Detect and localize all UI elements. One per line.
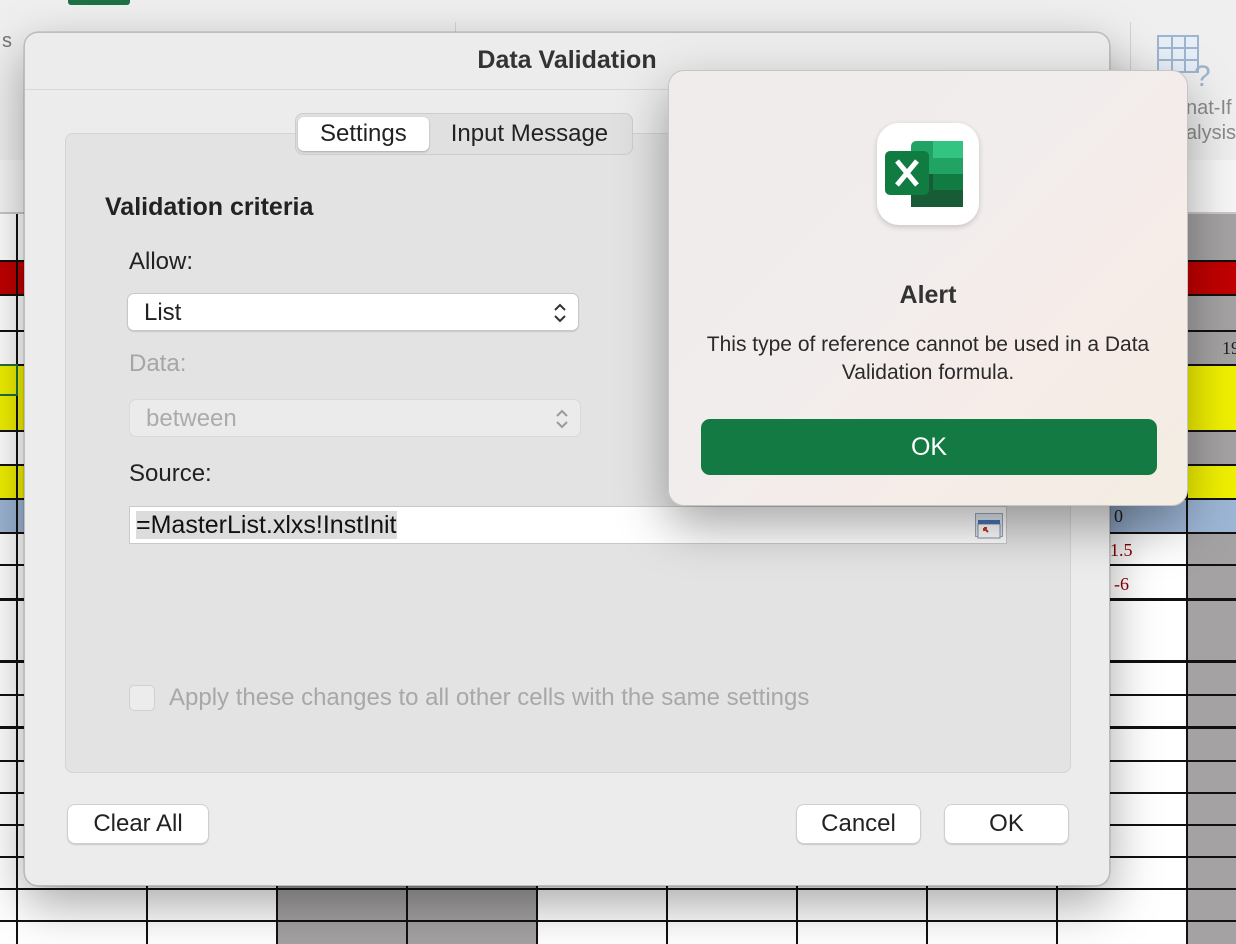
svg-text:?: ?: [1194, 60, 1211, 90]
source-input-selected-text: =MasterList.xlxs!InstInit: [136, 511, 397, 539]
collapse-range-button[interactable]: [975, 513, 1003, 539]
ribbon-active-tab-indicator: [68, 0, 130, 5]
tab-settings[interactable]: Settings: [298, 117, 429, 151]
what-if-analysis-label[interactable]: nat-If alysis: [1186, 96, 1236, 146]
grid-line: [0, 888, 1236, 890]
allow-select-value: List: [144, 299, 182, 326]
cell-value: 0: [1114, 506, 1123, 526]
source-label: Source:: [129, 460, 212, 487]
alert-ok-button[interactable]: OK: [701, 419, 1157, 475]
grey-column: [278, 884, 408, 944]
alert-dialog: Alert This type of reference cannot be u…: [668, 70, 1188, 506]
tab-bar: Settings Input Message: [295, 113, 634, 155]
source-input[interactable]: =MasterList.xlxs!InstInit: [129, 506, 1007, 544]
range-select-icon: [977, 520, 1001, 539]
what-if-label-line-2: alysis: [1186, 122, 1236, 144]
allow-select[interactable]: List: [127, 293, 579, 331]
cell-value: -6: [1114, 574, 1129, 594]
grey-column: [408, 884, 538, 944]
data-label: Data:: [129, 350, 187, 377]
ribbon-partial-label: s: [2, 30, 12, 52]
ok-button[interactable]: OK: [944, 804, 1069, 844]
validation-criteria-heading: Validation criteria: [105, 193, 314, 221]
tab-input-message[interactable]: Input Message: [429, 117, 630, 151]
up-down-chevron-icon: [556, 409, 568, 429]
grid-line: [0, 920, 1236, 922]
allow-label: Allow:: [129, 248, 194, 275]
grey-column: [1188, 214, 1236, 944]
data-select-value: between: [146, 405, 237, 432]
selected-cell-border: [0, 364, 18, 396]
up-down-chevron-icon: [554, 303, 566, 323]
cancel-button[interactable]: Cancel: [796, 804, 921, 844]
what-if-label-line-1: nat-If: [1186, 97, 1232, 119]
apply-all-checkbox: [129, 685, 155, 711]
cell-value: 19: [1222, 338, 1236, 358]
alert-message: This type of reference cannot be used in…: [706, 333, 1150, 384]
data-select: between: [129, 399, 581, 437]
excel-app-icon: [877, 123, 979, 225]
apply-all-label: Apply these changes to all other cells w…: [169, 684, 810, 711]
grid-line: [16, 214, 18, 944]
clear-all-button[interactable]: Clear All: [67, 804, 209, 844]
alert-title: Alert: [899, 281, 957, 309]
